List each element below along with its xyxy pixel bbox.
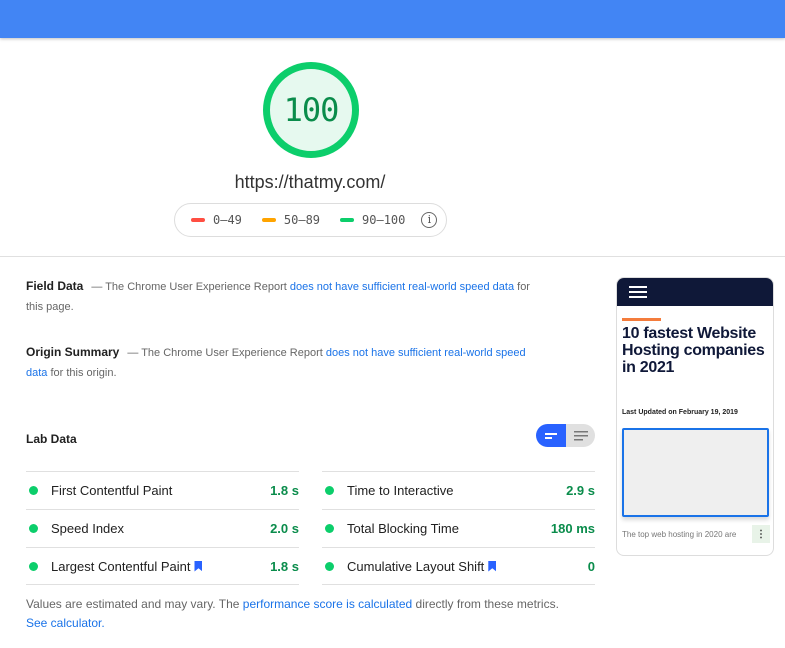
- lab-data-title: Lab Data: [26, 432, 77, 446]
- expanded-view-button[interactable]: [566, 424, 595, 447]
- pass-indicator-icon: [29, 561, 38, 571]
- origin-summary-text: — The Chrome User Experience Report: [127, 347, 326, 359]
- footnote-text: Values are estimated and may vary. The: [26, 597, 243, 611]
- site-body-text: The top web hosting in 2020 are: [622, 529, 737, 539]
- field-data-text: — The Chrome User Experience Report: [91, 281, 290, 293]
- field-data-section: Field Data — The Chrome User Experience R…: [26, 276, 546, 317]
- metric-value: 1.8 s: [270, 483, 299, 498]
- site-article-title: 10 fastest Website Hosting companies in …: [622, 325, 765, 376]
- origin-summary-suffix: for this origin.: [47, 367, 117, 379]
- metric-row: Total Blocking Time 180 ms: [322, 509, 595, 547]
- metric-value: 180 ms: [550, 521, 595, 536]
- site-article-date: Last Updated on February 19, 2019: [622, 409, 738, 416]
- page-screenshot-thumbnail: 10 fastest Website Hosting companies in …: [616, 277, 774, 556]
- core-web-vital-bookmark-icon: [488, 560, 497, 572]
- metric-name: Cumulative Layout Shift: [347, 558, 485, 574]
- metric-name: Largest Contentful Paint: [51, 558, 191, 574]
- metric-name: Total Blocking Time: [347, 521, 459, 536]
- legend-average-marker: [261, 218, 276, 222]
- origin-summary-title: Origin Summary: [26, 345, 120, 359]
- core-web-vital-bookmark-icon: [194, 560, 203, 572]
- performance-score-gauge: 100: [263, 62, 359, 158]
- expanded-list-icon: [573, 430, 588, 440]
- footnote-text-2: directly from these metrics.: [412, 597, 559, 611]
- footnote: Values are estimated and may vary. The p…: [26, 595, 566, 633]
- legend-pass-marker: [340, 218, 355, 222]
- compact-list-icon: [545, 432, 557, 439]
- score-calculation-link[interactable]: performance score is calculated: [243, 597, 412, 611]
- legend-item-average: 50–89: [261, 213, 321, 227]
- metric-row: Speed Index 2.0 s: [26, 509, 299, 547]
- legend-item-fail: 0–49: [191, 213, 242, 227]
- metric-row: First Contentful Paint 1.8 s: [26, 471, 299, 509]
- pass-indicator-icon: [325, 561, 334, 571]
- pass-indicator-icon: [325, 524, 334, 533]
- more-vert-icon: ⋮: [752, 525, 770, 543]
- compact-view-button[interactable]: [536, 424, 566, 447]
- field-data-link[interactable]: does not have sufficient real-world spee…: [290, 281, 514, 293]
- page-url: https://thatmy.com/: [234, 172, 386, 192]
- legend-fail-marker: [191, 218, 205, 222]
- hamburger-menu-icon: [629, 286, 647, 298]
- metrics-view-toggle[interactable]: [536, 424, 595, 447]
- metric-value: 2.9 s: [566, 483, 595, 498]
- metric-value: 2.0 s: [270, 521, 299, 536]
- title-accent-line: [622, 318, 661, 321]
- legend-fail-label: 0–49: [213, 213, 242, 227]
- metric-value: 1.8 s: [270, 558, 299, 574]
- legend-average-label: 50–89: [283, 213, 321, 227]
- section-divider: [0, 256, 785, 257]
- lab-metrics-grid: First Contentful Paint 1.8 s Time to Int…: [26, 471, 595, 585]
- see-calculator-link[interactable]: See calculator.: [26, 616, 105, 630]
- metric-row: Cumulative Layout Shift 0: [322, 547, 595, 585]
- site-nav-bar: [617, 278, 773, 306]
- site-bottom-row: The top web hosting in 2020 are ⋮: [622, 525, 770, 543]
- pass-indicator-icon: [325, 486, 334, 495]
- legend-item-pass: 90–100: [340, 213, 405, 227]
- origin-summary-section: Origin Summary — The Chrome User Experien…: [26, 342, 546, 383]
- metric-value: 0: [587, 558, 595, 574]
- site-image-placeholder: [622, 428, 769, 517]
- metric-row: Time to Interactive 2.9 s: [322, 471, 595, 509]
- score-value: 100: [283, 91, 340, 129]
- top-bar: [0, 0, 785, 38]
- metric-row: Largest Contentful Paint 1.8 s: [26, 547, 299, 585]
- metric-name: Speed Index: [51, 521, 125, 536]
- pass-indicator-icon: [29, 524, 38, 533]
- metric-name: Time to Interactive: [347, 483, 454, 498]
- legend-pass-label: 90–100: [362, 213, 406, 227]
- score-legend: 0–49 50–89 90–100 i: [174, 203, 447, 237]
- field-data-title: Field Data: [26, 279, 84, 293]
- info-icon[interactable]: i: [421, 212, 438, 228]
- metric-name: First Contentful Paint: [51, 483, 173, 498]
- pass-indicator-icon: [29, 486, 38, 495]
